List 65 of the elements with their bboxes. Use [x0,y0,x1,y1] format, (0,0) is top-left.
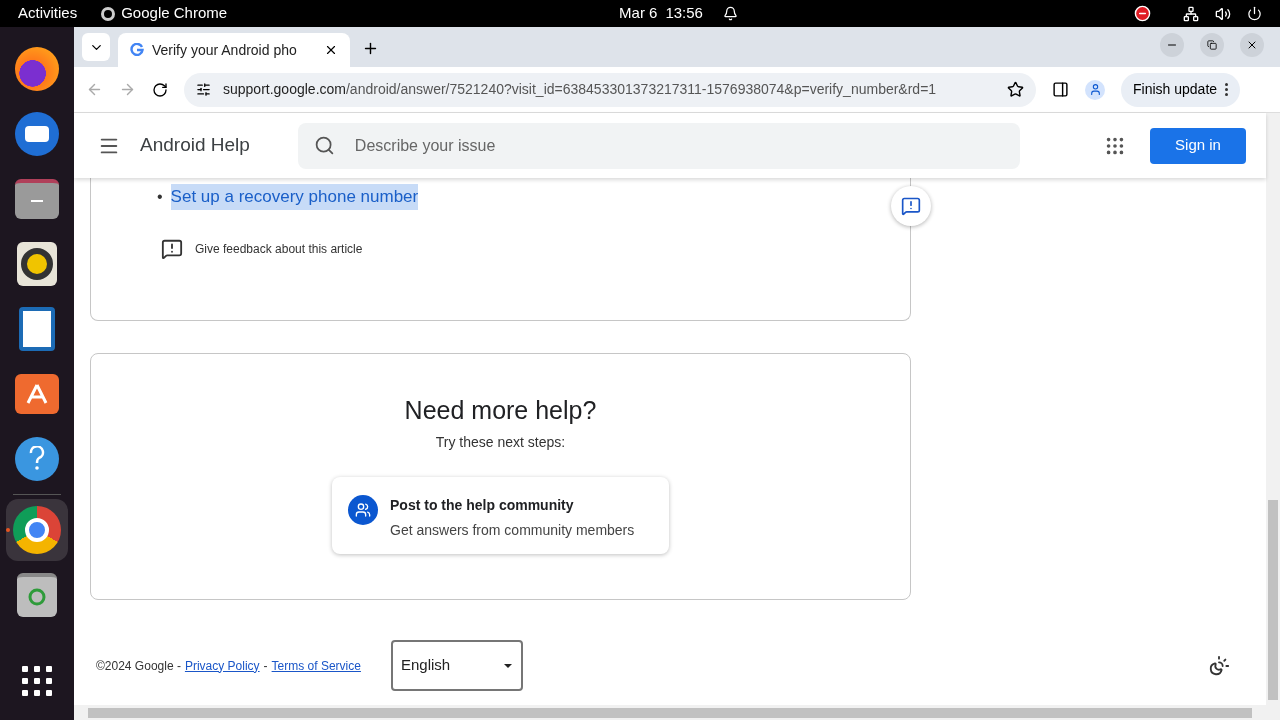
restore-button[interactable] [1200,33,1224,57]
google-logo-icon [130,43,144,57]
search-icon[interactable] [313,135,335,156]
volume-icon[interactable] [1215,5,1231,22]
option-subtitle: Get answers from community members [390,520,635,540]
firefox-icon[interactable] [15,47,59,91]
shopping-bag-icon[interactable] [15,374,59,414]
address-bar[interactable]: support.google.com/android/answer/7521240?visit_id=638453301373217311-1576938074&p=verify_number&rd=1 [184,72,1036,107]
tab-title: Verify your Android pho [152,40,298,60]
minimize-button[interactable] [1160,33,1184,57]
help-icon[interactable] [15,437,59,481]
dropdown-arrow-icon [502,662,513,669]
option-title: Post to the help community [390,495,575,515]
help-title: Need more help? [404,395,597,426]
clock-date[interactable]: Mar 6 [619,2,658,25]
site-info-icon[interactable] [196,82,211,97]
reload-icon[interactable] [152,81,168,98]
horizontal-scrollbar[interactable] [74,705,1266,720]
bell-icon[interactable] [722,6,738,21]
theme-toggle-icon[interactable] [1208,654,1230,677]
site-title[interactable]: Android Help [140,131,250,160]
network-icon[interactable] [1183,5,1199,22]
help-subtitle: Try these next steps: [435,432,566,452]
close-button[interactable] [1240,33,1264,57]
recovery-link[interactable]: Set up a recovery phone number [170,184,419,210]
feedback-button[interactable] [891,186,931,226]
feedback-icon[interactable] [161,237,183,260]
privacy-link[interactable]: Privacy Policy [184,656,260,675]
new-tab-icon[interactable] [362,40,379,57]
speaker-icon[interactable] [17,242,57,286]
close-icon[interactable] [324,43,338,57]
language-select[interactable]: English [390,640,523,691]
url-text: support.google.com/android/answer/7521240?visit_id=638453301373217311-1576938074&p=verify_number&rd=1 [223,80,937,99]
app-grid-icon[interactable] [22,666,52,696]
search-field[interactable]: Describe your issue [354,133,1004,158]
bookmark-star-icon[interactable] [1007,81,1024,98]
community-icon [348,494,378,525]
activities-button[interactable]: Activities [18,2,78,25]
clock-time[interactable]: 13:56 [665,2,703,25]
feedback-icon [901,196,921,216]
blocked-icon[interactable] [1134,5,1151,22]
mail-icon[interactable] [15,112,59,156]
dock-item[interactable] [6,499,68,561]
copyright-text: ©2024 Google - [96,657,181,675]
side-panel-icon[interactable] [1052,81,1069,98]
more-icon [1225,83,1229,96]
power-icon[interactable] [1247,6,1262,21]
vertical-scrollbar[interactable] [1266,113,1280,720]
folder-icon[interactable] [15,179,59,219]
sign-in-button[interactable]: Sign in [1150,127,1246,164]
search-bar[interactable]: Describe your issue [297,122,1020,169]
restore-icon [1207,40,1217,50]
bullet: • [157,186,163,207]
chrome-app-icon [101,6,116,21]
finish-update-button[interactable]: Finish update [1121,72,1241,107]
feedback-link[interactable]: Give feedback about this article [195,239,363,258]
profile-icon[interactable] [1085,79,1105,100]
app-name[interactable]: Google Chrome [121,2,228,25]
community-option[interactable]: Post to the help community Get answers from community members [332,476,669,554]
close-icon [1246,39,1258,51]
chrome-icon[interactable] [13,506,61,554]
browser-tab[interactable]: Verify your Android pho [118,33,350,67]
terms-link[interactable]: Terms of Service [271,656,361,675]
separator-text: - [263,657,268,675]
document-icon[interactable] [19,307,55,351]
